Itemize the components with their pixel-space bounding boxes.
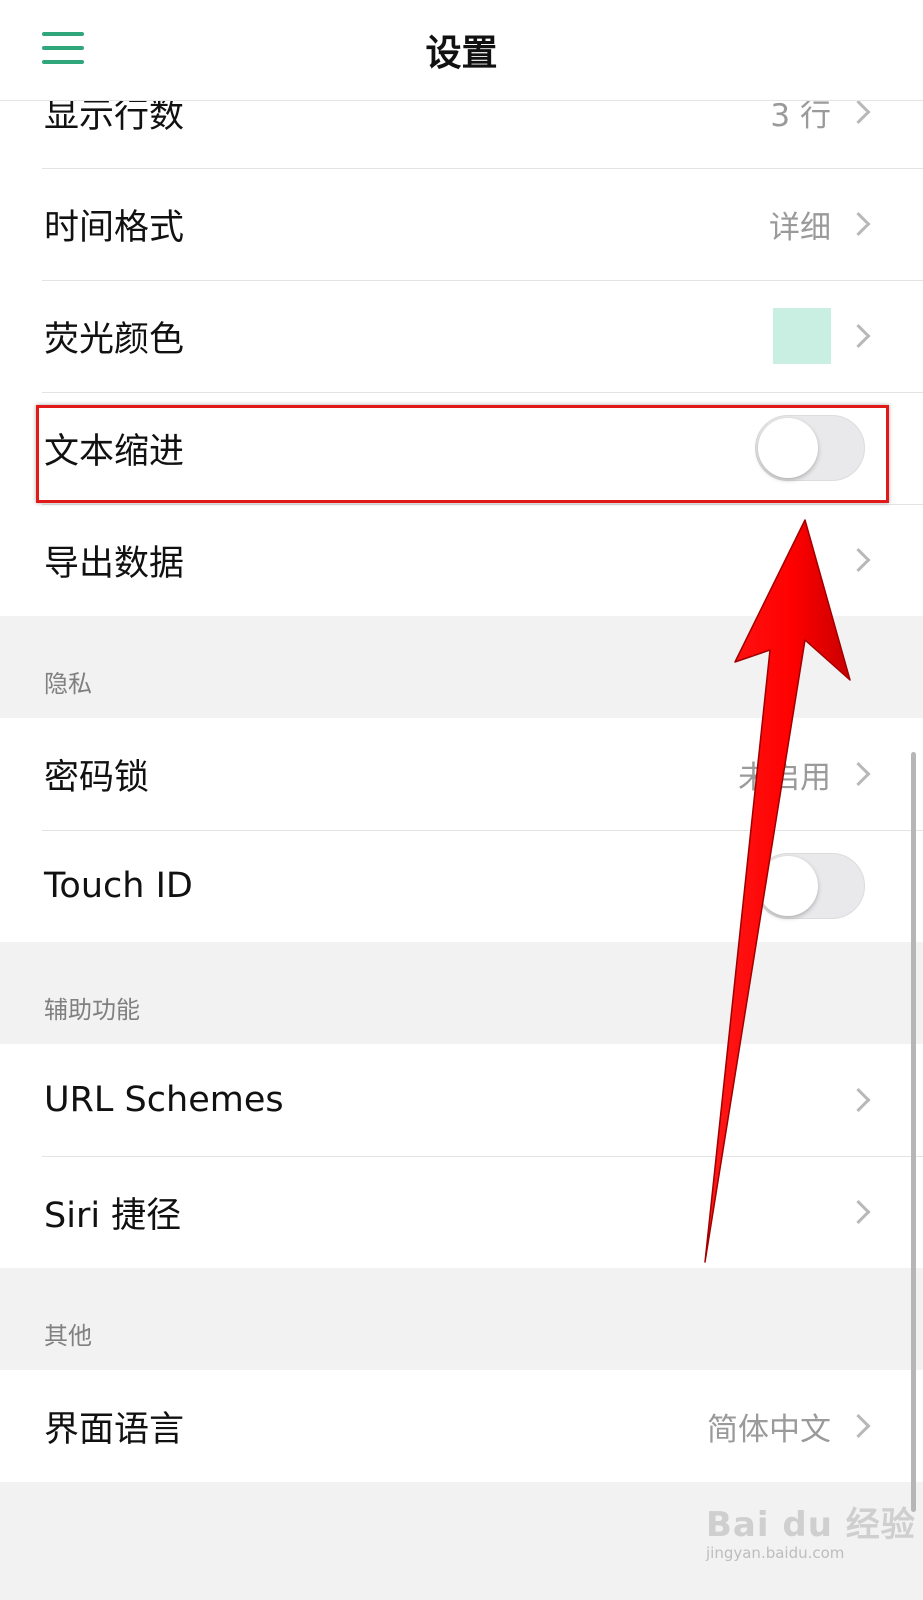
scrollbar[interactable] (911, 752, 916, 1512)
setting-row-siri-shortcuts[interactable]: Siri 捷径 (0, 1156, 923, 1268)
watermark-main: Bai du 经验 (706, 1505, 916, 1545)
chevron-right-icon (846, 1199, 871, 1225)
other-group: 界面语言 简体中文 (0, 1370, 923, 1482)
row-label: 界面语言 (44, 1409, 185, 1450)
row-label: 时间格式 (44, 207, 185, 248)
watermark-sub: jingyan.baidu.com (706, 1544, 845, 1562)
page-title: 设置 (425, 33, 498, 74)
row-value: 详细 (769, 209, 831, 246)
accessibility-group: URL Schemes Siri 捷径 (0, 1044, 923, 1268)
chevron-right-icon (846, 1087, 871, 1113)
row-label: 荧光颜色 (44, 319, 185, 360)
setting-row-passcode-lock[interactable]: 密码锁 未启用 (0, 718, 923, 830)
touch-id-toggle[interactable] (755, 853, 865, 919)
setting-row-export-data[interactable]: 导出数据 (0, 504, 923, 616)
setting-row-interface-language[interactable]: 界面语言 简体中文 (0, 1370, 923, 1482)
row-value: 简体中文 (707, 1411, 831, 1448)
section-header-accessibility: 辅助功能 (44, 996, 140, 1024)
chevron-right-icon (846, 547, 871, 573)
privacy-group: 密码锁 未启用 Touch ID (0, 718, 923, 942)
chevron-right-icon (846, 99, 871, 125)
color-swatch (773, 308, 831, 364)
baidu-jingyan-watermark: Bai du 经验 jingyan.baidu.com (706, 1497, 916, 1562)
row-label: URL Schemes (44, 1080, 284, 1120)
navigation-bar: 设置 (0, 0, 923, 101)
chevron-right-icon (846, 323, 871, 349)
section-header-privacy: 隐私 (44, 670, 92, 698)
toggle-knob (758, 856, 818, 916)
setting-row-time-format[interactable]: 时间格式 详细 (0, 168, 923, 280)
highlight-box-annotation (36, 405, 889, 503)
section-header-other: 其他 (44, 1322, 92, 1350)
chevron-right-icon (846, 1413, 871, 1439)
row-label: 导出数据 (44, 543, 185, 584)
setting-row-highlight-color[interactable]: 荧光颜色 (0, 280, 923, 392)
row-value: 未启用 (738, 759, 831, 796)
chevron-right-icon (846, 761, 871, 787)
setting-row-url-schemes[interactable]: URL Schemes (0, 1044, 923, 1156)
setting-row-touch-id: Touch ID (0, 830, 923, 942)
row-label: Siri 捷径 (44, 1195, 182, 1236)
chevron-right-icon (846, 211, 871, 237)
row-label: Touch ID (44, 866, 193, 906)
row-label: 密码锁 (44, 757, 150, 798)
display-settings-group: 显示行数 3 行 时间格式 详细 荧光颜色 文本缩进 导出数据 (0, 56, 923, 616)
